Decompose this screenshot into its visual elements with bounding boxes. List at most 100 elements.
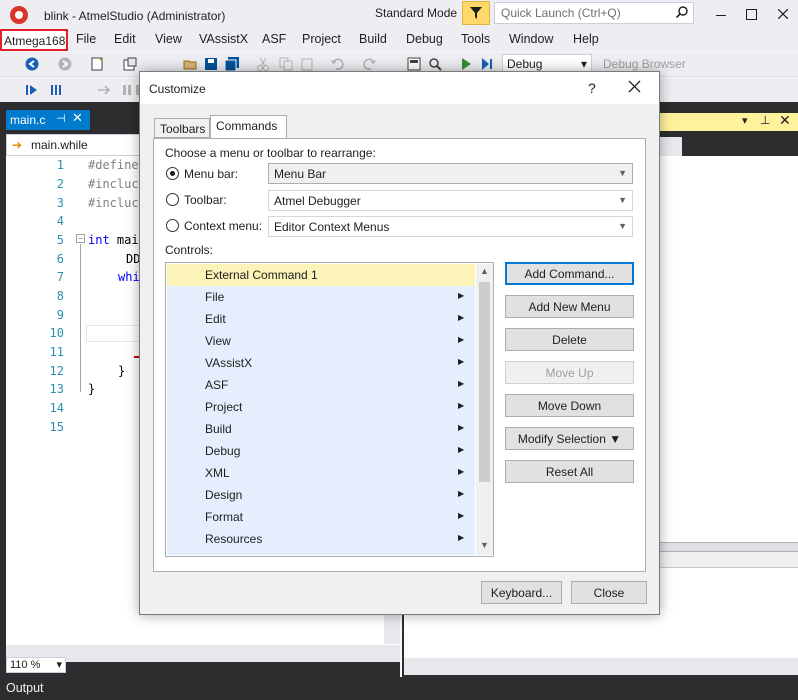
device-menu[interactable]: Atmega168 [0, 29, 68, 51]
tab-close-icon[interactable]: ✕ [72, 110, 83, 126]
window-position-icon[interactable]: ▾ [742, 114, 748, 127]
list-item[interactable]: Edit ▶ [167, 308, 475, 330]
context-menu-radio[interactable] [166, 219, 179, 232]
list-item[interactable]: Build ▶ [167, 418, 475, 440]
maximize-button[interactable] [736, 2, 766, 26]
list-item[interactable]: File ▶ [167, 286, 475, 308]
add-command-button[interactable]: Add Command... [505, 262, 634, 285]
back-arrow-icon[interactable] [25, 57, 39, 71]
search-icon[interactable] [676, 6, 688, 18]
close-icon[interactable] [628, 80, 641, 93]
list-item[interactable]: Project ▶ [167, 396, 475, 418]
toolbar-radio[interactable] [166, 193, 179, 206]
context-menu-select[interactable]: Editor Context Menus ▼ [268, 216, 633, 237]
menu-bar-select[interactable]: Menu Bar ▼ [268, 163, 633, 184]
step-icon[interactable] [50, 83, 64, 97]
scroll-thumb[interactable] [479, 282, 490, 482]
minimize-button[interactable] [706, 2, 736, 26]
continue-icon[interactable] [25, 83, 39, 97]
cut-icon[interactable] [256, 57, 270, 71]
list-item[interactable]: XML ▶ [167, 462, 475, 484]
menu-bar-radio[interactable] [166, 167, 179, 180]
zoom-select[interactable]: 110 % [6, 657, 66, 673]
tab-toolbars[interactable]: Toolbars [154, 118, 210, 138]
redo-icon[interactable] [363, 57, 377, 71]
output-tab[interactable]: Output [6, 681, 44, 695]
tool-window-scrollbar[interactable] [404, 658, 798, 675]
move-down-button[interactable]: Move Down [505, 394, 634, 417]
modify-selection-button[interactable]: Modify Selection ▼ [505, 427, 634, 450]
notification-filter-button[interactable] [462, 1, 490, 25]
menu-project[interactable]: Project [302, 32, 341, 46]
reset-all-button[interactable]: Reset All [505, 460, 634, 483]
dialog-title-bar: Customize ? [140, 72, 659, 104]
tab-commands[interactable]: Commands [210, 115, 287, 139]
scroll-up-icon[interactable]: ▲ [480, 266, 489, 276]
find-icon[interactable] [428, 57, 442, 71]
line-number: 14 [49, 401, 64, 415]
delete-button[interactable]: Delete [505, 328, 634, 351]
list-item[interactable]: View ▶ [167, 330, 475, 352]
list-item[interactable]: Design ▶ [167, 484, 475, 506]
menu-build[interactable]: Build [359, 32, 387, 46]
window-close-button[interactable] [768, 2, 798, 26]
collapse-toggle[interactable]: − [76, 234, 85, 243]
quick-launch-input[interactable] [494, 2, 694, 24]
list-item[interactable]: External Command 1 [167, 264, 475, 286]
add-item-icon[interactable] [123, 57, 137, 71]
list-item[interactable]: Format ▶ [167, 506, 475, 528]
list-item[interactable]: Resources ▶ [167, 528, 475, 550]
open-folder-icon[interactable] [183, 57, 197, 71]
run-to-cursor-icon[interactable] [97, 83, 111, 97]
paste-icon[interactable] [300, 57, 314, 71]
close-button[interactable]: Close [571, 581, 647, 604]
menu-vassistx[interactable]: VAssistX [199, 32, 248, 46]
undo-icon[interactable] [330, 57, 344, 71]
splitter[interactable] [660, 542, 798, 552]
pause-icon[interactable] [120, 83, 134, 97]
forward-arrow-icon[interactable] [58, 57, 72, 71]
toolbar-value: Atmel Debugger [274, 194, 361, 208]
menu-file[interactable]: File [76, 32, 96, 46]
list-item[interactable]: VAssistX ▶ [167, 352, 475, 374]
controls-scrollbar[interactable]: ▲ ▼ [476, 264, 493, 555]
menu-tools[interactable]: Tools [461, 32, 490, 46]
list-item-label: File [205, 290, 225, 304]
controls-label: Controls: [165, 243, 214, 257]
keyboard-button[interactable]: Keyboard... [481, 581, 562, 604]
copy-icon[interactable] [279, 57, 293, 71]
list-item-label: Debug [205, 444, 241, 458]
menu-asf[interactable]: ASF [262, 32, 286, 46]
submenu-arrow-icon: ▶ [458, 533, 465, 542]
start-without-debugging-icon[interactable] [480, 57, 494, 71]
scope-label[interactable]: main.while [31, 138, 88, 152]
pin-icon[interactable]: ⊣ [56, 112, 66, 125]
context-menu-value: Editor Context Menus [274, 220, 390, 234]
menu-view[interactable]: View [155, 32, 182, 46]
scroll-down-icon[interactable]: ▼ [480, 540, 489, 550]
help-button[interactable]: ? [588, 80, 596, 96]
new-project-icon[interactable] [90, 57, 104, 71]
debug-browser-select[interactable]: Debug Browser [603, 57, 686, 71]
chevron-down-icon: ▼ [618, 168, 627, 178]
save-icon[interactable] [204, 57, 218, 71]
add-new-menu-button[interactable]: Add New Menu [505, 295, 634, 318]
properties-pages-icon[interactable] [660, 137, 682, 157]
pin-icon[interactable]: ⊥ [760, 113, 770, 127]
list-item[interactable]: Debug ▶ [167, 440, 475, 462]
code-line: #define [88, 158, 139, 172]
title-bar: blink - AtmelStudio (Administrator) Stan… [0, 0, 798, 30]
close-icon[interactable]: ✕ [779, 112, 791, 129]
move-up-button[interactable]: Move Up [505, 361, 634, 384]
menu-debug[interactable]: Debug [406, 32, 443, 46]
controls-list[interactable]: External Command 1 File ▶ Edit ▶ View ▶ VAs… [165, 262, 494, 557]
solution-explorer-icon[interactable] [407, 57, 421, 71]
toolbar-select[interactable]: Atmel Debugger ▼ [268, 190, 633, 211]
menu-help[interactable]: Help [573, 32, 599, 46]
save-all-icon[interactable] [225, 57, 239, 71]
start-debugging-icon[interactable] [459, 57, 473, 71]
list-item[interactable]: ASF ▶ [167, 374, 475, 396]
menu-edit[interactable]: Edit [114, 32, 136, 46]
menu-window[interactable]: Window [509, 32, 553, 46]
list-item-label: ASF [205, 378, 229, 392]
